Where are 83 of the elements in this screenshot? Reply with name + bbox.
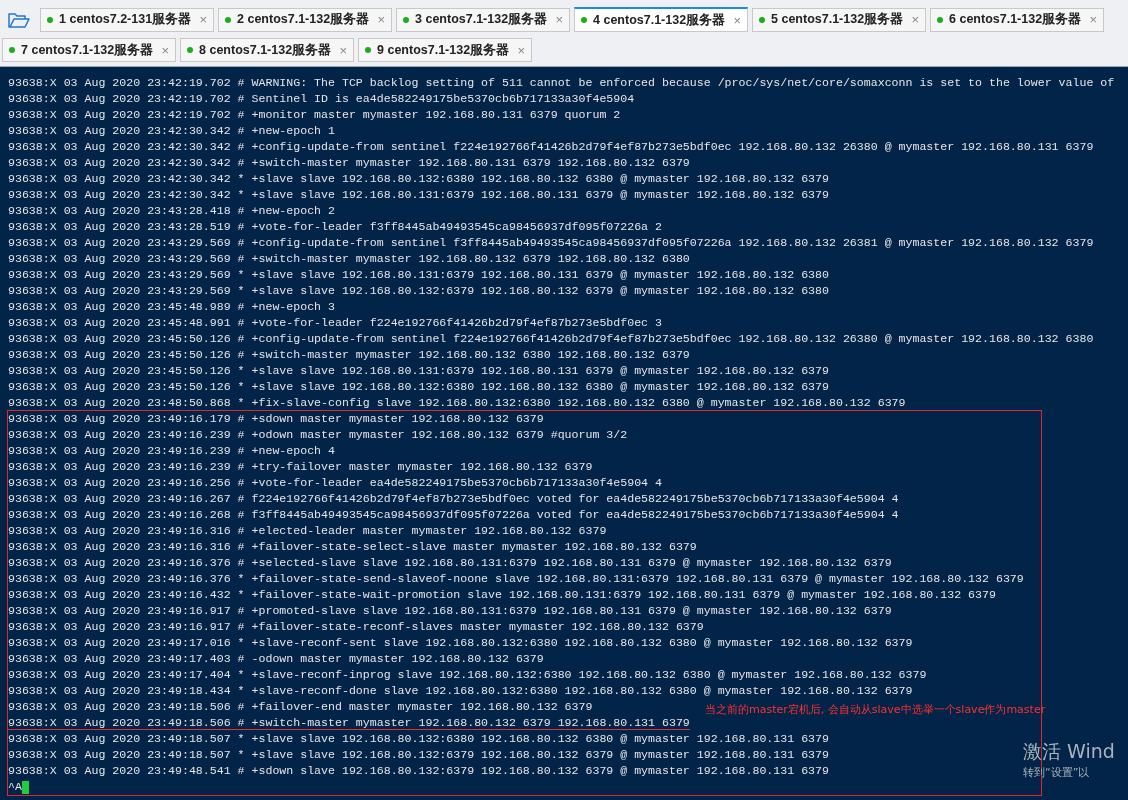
close-icon[interactable]: × <box>1089 12 1097 27</box>
log-line: 93638:X 03 Aug 2020 23:42:30.342 # +config-update-from sentinel f224e192766f41426b2d79f4ef87b273e5bdf0ec 192.168.80.132 26380 @ mymaster 192.168.80.131 6379 <box>8 140 1094 153</box>
status-dot <box>9 47 15 53</box>
log-line: 93638:X 03 Aug 2020 23:49:17.404 * +slave-reconf-inprog slave 192.168.80.132:6380 192.168.80.132 6380 @ mymaster 192.168.80.132 6379 <box>8 668 927 681</box>
log-line: 93638:X 03 Aug 2020 23:49:18.507 * +slave slave 192.168.80.132:6379 192.168.80.132 6379 @ mymaster 192.168.80.131 6379 <box>8 748 829 761</box>
log-line: 93638:X 03 Aug 2020 23:43:28.519 # +vote-for-leader f3ff8445ab49493545ca98456937df095f07226a 2 <box>8 220 662 233</box>
status-dot <box>759 16 765 23</box>
log-line: 93638:X 03 Aug 2020 23:49:16.239 # +try-failover master mymaster 192.168.80.132 6379 <box>8 460 593 473</box>
log-line: 93638:X 03 Aug 2020 23:42:30.342 # +new-epoch 1 <box>8 124 335 137</box>
session-tab[interactable]: 6 centos7.1-132服务器 × <box>930 7 1104 32</box>
status-dot <box>937 16 943 23</box>
log-line: 93638:X 03 Aug 2020 23:49:16.376 * +failover-state-send-slaveof-noone slave 192.168.80.131:6379 192.168.80.131 6379 @ mymaster 192.168.80.132 6379 <box>8 572 1024 585</box>
tab-label: 9 centos7.1-132服务器 <box>377 41 511 59</box>
status-dot <box>225 16 231 23</box>
close-icon[interactable]: × <box>377 12 385 27</box>
session-tab[interactable]: 5 centos7.1-132服务器 × <box>752 7 926 32</box>
log-line: 93638:X 03 Aug 2020 23:49:16.917 # +promoted-slave slave 192.168.80.131:6379 192.168.80.131 6379 @ mymaster 192.168.80.132 6379 <box>8 604 892 617</box>
tab-label: 1 centos7.2-131服务器 <box>59 11 193 28</box>
log-line: 93638:X 03 Aug 2020 23:45:48.991 # +vote-for-leader f224e192766f41426b2d79f4ef87b273e5bdf0ec 3 <box>8 316 662 329</box>
session-tab[interactable]: 1 centos7.2-131服务器 × <box>40 7 214 32</box>
tab-label: 7 centos7.1-132服务器 <box>21 41 155 59</box>
log-line: 93638:X 03 Aug 2020 23:43:29.569 # +switch-master mymaster 192.168.80.132 6379 192.168.80.132 6380 <box>8 252 690 265</box>
tab-label: 5 centos7.1-132服务器 <box>771 11 905 28</box>
log-line: 93638:X 03 Aug 2020 23:49:16.267 # f224e192766f41426b2d79f4ef87b273e5bdf0ec voted for ea4de582249175be5370cb6b717133a30f4e5904 4 <box>8 492 899 505</box>
log-line: 93638:X 03 Aug 2020 23:49:16.256 # +vote-for-leader ea4de582249175be5370cb6b717133a30f4e5904 4 <box>8 476 662 489</box>
log-line: 93638:X 03 Aug 2020 23:42:30.342 # +switch-master mymaster 192.168.80.131 6379 192.168.80.132 6379 <box>8 156 690 169</box>
close-icon[interactable]: × <box>555 12 563 27</box>
log-line: 93638:X 03 Aug 2020 23:42:30.342 * +slave slave 192.168.80.131:6379 192.168.80.131 6379 @ mymaster 192.168.80.132 6379 <box>8 188 829 201</box>
log-line: 93638:X 03 Aug 2020 23:45:48.989 # +new-epoch 3 <box>8 300 335 313</box>
log-line: 93638:X 03 Aug 2020 23:49:16.376 # +selected-slave slave 192.168.80.131:6379 192.168.80.131 6379 @ mymaster 192.168.80.132 6379 <box>8 556 892 569</box>
session-tab[interactable]: 4 centos7.1-132服务器 × <box>574 7 748 32</box>
tab-label: 4 centos7.1-132服务器 <box>593 11 727 29</box>
log-line: 93638:X 03 Aug 2020 23:49:48.541 # +sdown slave 192.168.80.132:6379 192.168.80.132 6379 @ mymaster 192.168.80.131 6379 <box>8 764 829 777</box>
log-line: 93638:X 03 Aug 2020 23:43:28.418 # +new-epoch 2 <box>8 204 335 217</box>
log-line: 93638:X 03 Aug 2020 23:49:16.239 # +new-epoch 4 <box>8 444 335 457</box>
log-line: 93638:X 03 Aug 2020 23:49:17.403 # -odown master mymaster 192.168.80.132 6379 <box>8 652 544 665</box>
log-line: 93638:X 03 Aug 2020 23:49:16.268 # f3ff8445ab49493545ca98456937df095f07226a voted for ea4de582249175be5370cb6b717133a30f4e5904 4 <box>8 508 899 521</box>
close-icon[interactable]: × <box>339 42 347 58</box>
log-line: 93638:X 03 Aug 2020 23:45:50.126 * +slave slave 192.168.80.132:6380 192.168.80.132 6380 @ mymaster 192.168.80.132 6379 <box>8 380 829 393</box>
log-line: 93638:X 03 Aug 2020 23:48:50.868 * +fix-slave-config slave 192.168.80.132:6380 192.168.80.132 6380 @ mymaster 192.168.80.132 6379 <box>8 396 906 409</box>
log-line: 93638:X 03 Aug 2020 23:49:18.434 * +slave-reconf-done slave 192.168.80.132:6380 192.168.80.132 6380 @ mymaster 192.168.80.132 6379 <box>8 684 913 697</box>
tab-label: 6 centos7.1-132服务器 <box>949 11 1083 28</box>
log-line: 93638:X 03 Aug 2020 23:43:29.569 # +config-update-from sentinel f3ff8445ab49493545ca98456937df095f07226a 192.168.80.132 26381 @ mymaster 192.168.80.132 6379 <box>8 236 1094 249</box>
session-tab[interactable]: 3 centos7.1-132服务器 × <box>396 7 570 32</box>
log-line: 93638:X 03 Aug 2020 23:42:19.702 # WARNING: The TCP backlog setting of 511 cannot be enforced because /proc/sys/net/core/somaxconn is set to the lower value of <box>8 76 1115 89</box>
log-line: 93638:X 03 Aug 2020 23:45:50.126 # +switch-master mymaster 192.168.80.132 6380 192.168.80.132 6379 <box>8 348 690 361</box>
status-dot <box>581 17 587 23</box>
log-line: 93638:X 03 Aug 2020 23:42:30.342 * +slave slave 192.168.80.132:6380 192.168.80.132 6380 @ mymaster 192.168.80.132 6379 <box>8 172 829 185</box>
log-line: 93638:X 03 Aug 2020 23:45:50.126 # +config-update-from sentinel f224e192766f41426b2d79f4ef87b273e5bdf0ec 192.168.80.132 26380 @ mymaster 192.168.80.132 6380 <box>8 332 1094 345</box>
close-icon[interactable]: × <box>199 12 207 27</box>
tab-label: 2 centos7.1-132服务器 <box>237 11 371 28</box>
log-line: 93638:X 03 Aug 2020 23:49:16.316 # +elected-leader master mymaster 192.168.80.132 6379 <box>8 524 607 537</box>
log-line: 93638:X 03 Aug 2020 23:43:29.569 * +slave slave 192.168.80.131:6379 192.168.80.131 6379 @ mymaster 192.168.80.132 6380 <box>8 268 829 281</box>
log-line: 93638:X 03 Aug 2020 23:49:18.506 # +failover-end master mymaster 192.168.80.132 6379 <box>8 700 593 713</box>
log-line: 93638:X 03 Aug 2020 23:49:16.432 * +failover-state-wait-promotion slave 192.168.80.131:6379 192.168.80.131 6379 @ mymaster 192.168.80.132 6379 <box>8 588 996 601</box>
log-line: 93638:X 03 Aug 2020 23:49:18.506 # +switch-master mymaster 192.168.80.132 6379 192.168.80.131 6379 <box>8 716 690 730</box>
status-dot <box>187 47 193 53</box>
log-line: 93638:X 03 Aug 2020 23:49:17.016 * +slave-reconf-sent slave 192.168.80.132:6380 192.168.80.132 6380 @ mymaster 192.168.80.132 6379 <box>8 636 913 649</box>
close-icon[interactable]: × <box>161 42 169 58</box>
log-line: 93638:X 03 Aug 2020 23:45:50.126 * +slave slave 192.168.80.131:6379 192.168.80.131 6379 @ mymaster 192.168.80.132 6379 <box>8 364 829 377</box>
log-line: 93638:X 03 Aug 2020 23:49:16.179 # +sdown master mymaster 192.168.80.132 6379 <box>8 412 544 425</box>
log-line: 93638:X 03 Aug 2020 23:43:29.569 * +slave slave 192.168.80.132:6379 192.168.80.132 6379 @ mymaster 192.168.80.132 6380 <box>8 284 829 297</box>
log-line: 93638:X 03 Aug 2020 23:42:19.702 # Sentinel ID is ea4de582249175be5370cb6b717133a30f4e5904 <box>8 92 635 105</box>
close-icon[interactable]: × <box>733 12 741 28</box>
log-line: 93638:X 03 Aug 2020 23:49:16.917 # +failover-state-reconf-slaves master mymaster 192.168.80.132 6379 <box>8 620 704 633</box>
session-tab[interactable]: 9 centos7.1-132服务器 × <box>358 38 532 62</box>
cursor <box>21 780 29 794</box>
log-line: 93638:X 03 Aug 2020 23:49:16.239 # +odown master mymaster 192.168.80.132 6379 #quorum 3/2 <box>8 428 628 441</box>
session-tab[interactable]: 2 centos7.1-132服务器 × <box>218 7 392 32</box>
session-tab[interactable]: 8 centos7.1-132服务器 × <box>180 38 354 62</box>
session-tab[interactable]: 7 centos7.1-132服务器 × <box>2 38 176 62</box>
close-icon[interactable]: × <box>911 12 919 27</box>
prompt-text: ^A <box>8 779 22 795</box>
status-dot <box>365 47 371 53</box>
log-line: 93638:X 03 Aug 2020 23:49:18.507 * +slave slave 192.168.80.132:6380 192.168.80.132 6380 @ mymaster 192.168.80.131 6379 <box>8 732 829 745</box>
tab-label: 3 centos7.1-132服务器 <box>415 11 549 28</box>
tab-label: 8 centos7.1-132服务器 <box>199 41 333 59</box>
log-line: 93638:X 03 Aug 2020 23:49:16.316 # +failover-state-select-slave master mymaster 192.168.80.132 6379 <box>8 540 697 553</box>
status-dot <box>403 16 409 23</box>
status-dot <box>47 16 53 23</box>
folder-icon[interactable] <box>8 10 30 29</box>
log-line: 93638:X 03 Aug 2020 23:42:19.702 # +monitor master mymaster 192.168.80.131 6379 quorum 2 <box>8 108 621 121</box>
close-icon[interactable]: × <box>517 42 525 58</box>
